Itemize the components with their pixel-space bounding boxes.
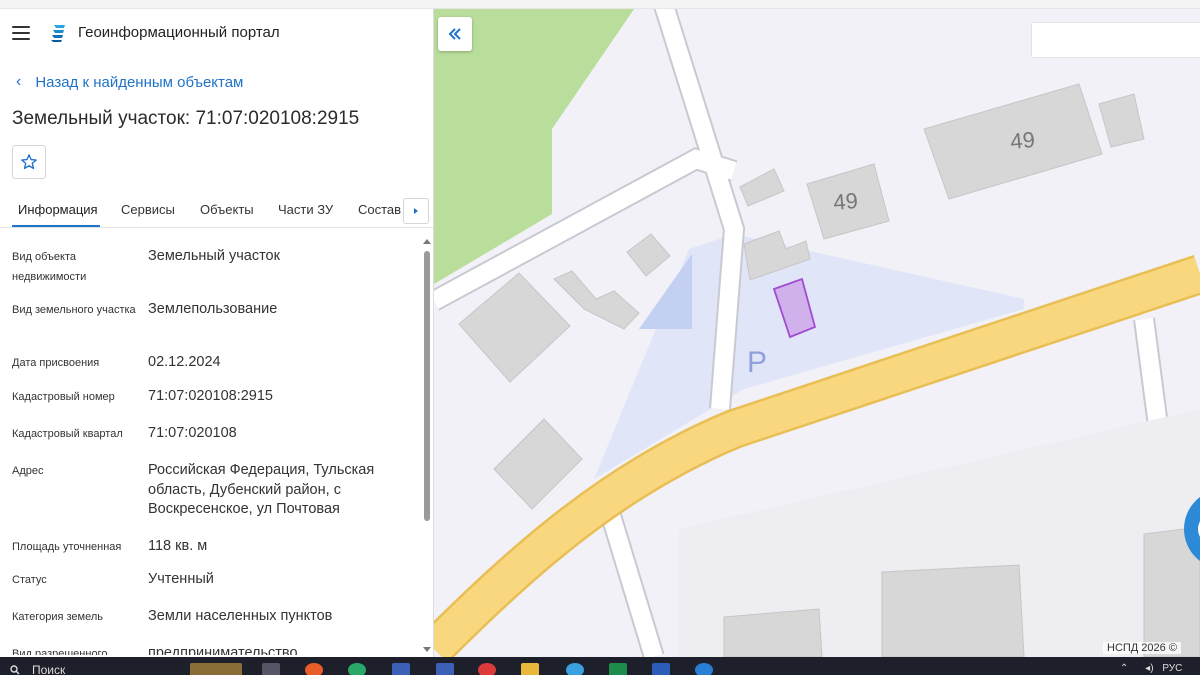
map-search-input[interactable] [1031, 22, 1200, 58]
tab-composition[interactable]: Состав [358, 202, 401, 217]
property-label: Статус [12, 574, 47, 586]
tabs-scroll-right-button[interactable] [403, 198, 429, 224]
map-canvas[interactable]: 49 49 P [434, 9, 1200, 657]
chevron-left-icon: ‹ [16, 73, 22, 90]
app-x-icon[interactable] [392, 663, 410, 675]
tab-parcel-parts[interactable]: Части ЗУ [278, 202, 333, 217]
building [626, 233, 671, 277]
panel-header: Геоинформационный портал [0, 9, 433, 57]
house-number-label: 49 [832, 188, 859, 215]
active-tab-indicator [12, 225, 100, 227]
building [1098, 93, 1145, 148]
map-view[interactable]: 49 49 P НСПД 2026 © [434, 9, 1200, 657]
favorite-button[interactable] [12, 145, 46, 179]
map-attribution: НСПД 2026 © [1103, 642, 1181, 654]
app-title: Геоинформационный портал [78, 24, 280, 41]
firefox-icon[interactable] [305, 663, 323, 675]
object-title: Земельный участок: 71:07:020108:2915 [12, 108, 360, 129]
building [493, 418, 583, 510]
property-label: Вид разрешенного [12, 648, 108, 655]
building [723, 608, 823, 657]
scrollbar-thumb[interactable] [424, 251, 430, 521]
property-value: 71:07:020108:2915 [148, 388, 273, 404]
search-icon [10, 665, 20, 675]
tray-language[interactable]: ⌃ ◂) РУС [1120, 663, 1182, 674]
caret-right-icon [414, 208, 418, 214]
property-label: Кадастровый номер [12, 391, 115, 403]
tab-services[interactable]: Сервисы [121, 202, 175, 217]
building [881, 564, 1025, 657]
tab-bar: Информация Сервисы Объекты Части ЗУ Сост… [0, 194, 433, 228]
property-label: Дата присвоения [12, 357, 100, 369]
edge-icon[interactable] [348, 663, 366, 675]
building [553, 270, 640, 330]
app-x-active-icon[interactable] [436, 663, 454, 675]
property-value: 118 кв. м [148, 538, 208, 554]
road-local [600, 506, 663, 657]
taskbar-widget-icon[interactable] [190, 663, 242, 675]
property-label: Площадь уточненная [12, 541, 122, 553]
word-icon[interactable] [652, 663, 670, 675]
hamburger-icon[interactable] [12, 26, 30, 40]
excel-icon[interactable] [609, 663, 627, 675]
file-explorer-icon[interactable] [521, 663, 539, 675]
properties-scrollbar[interactable] [422, 239, 432, 657]
property-value: предпринимательство [148, 645, 298, 655]
property-label: Адрес [12, 465, 44, 477]
scroll-down-arrow-icon[interactable] [423, 647, 431, 652]
tab-objects[interactable]: Объекты [200, 202, 254, 217]
taskbar-search-label: Поиск [32, 663, 66, 675]
collapse-panel-button[interactable] [438, 17, 472, 51]
star-icon [21, 154, 37, 170]
speaker-icon[interactable]: ◂) [1145, 663, 1153, 674]
opera-icon[interactable] [478, 663, 496, 675]
property-value: 71:07:020108 [148, 425, 237, 441]
property-value: Российская Федерация, Тульская область, … [148, 462, 375, 517]
property-value: Землепользование [148, 301, 278, 317]
property-label: Кадастровый квартал [12, 428, 123, 440]
info-panel: Геоинформационный портал ‹ Назад к найде… [0, 9, 434, 657]
task-view-icon[interactable] [262, 663, 280, 675]
property-value: 02.12.2024 [148, 354, 221, 370]
browser-top-strip [0, 0, 1200, 9]
app-blue-icon[interactable] [695, 663, 713, 675]
parking-label: P [747, 346, 767, 379]
property-value: Учтенный [148, 571, 214, 587]
property-label: Категория земель [12, 611, 103, 623]
building [739, 168, 785, 207]
properties-list: Вид объекта недвижимости Земельный участ… [0, 235, 420, 655]
property-value: Земли населенных пунктов [148, 608, 333, 624]
caret-up-icon[interactable]: ⌃ [1120, 663, 1128, 674]
house-number-label: 49 [1009, 127, 1036, 154]
taskbar-search[interactable]: Поиск [10, 663, 65, 675]
edge-legacy-icon[interactable] [566, 663, 584, 675]
property-value: Земельный участок [148, 248, 280, 264]
double-chevron-left-icon [448, 28, 461, 40]
portal-logo-icon [51, 25, 65, 42]
back-label: Назад к найденным объектам [35, 73, 244, 91]
tray-language-label: РУС [1162, 663, 1183, 674]
property-label: Вид земельного участка [12, 304, 136, 316]
scroll-up-arrow-icon[interactable] [423, 239, 431, 244]
windows-taskbar: Поиск ⌃ ◂) РУС [0, 657, 1200, 675]
property-label: Вид объекта недвижимости [12, 251, 87, 283]
back-to-results-link[interactable]: ‹ Назад к найденным объектам [16, 73, 243, 91]
tab-information[interactable]: Информация [18, 202, 98, 217]
